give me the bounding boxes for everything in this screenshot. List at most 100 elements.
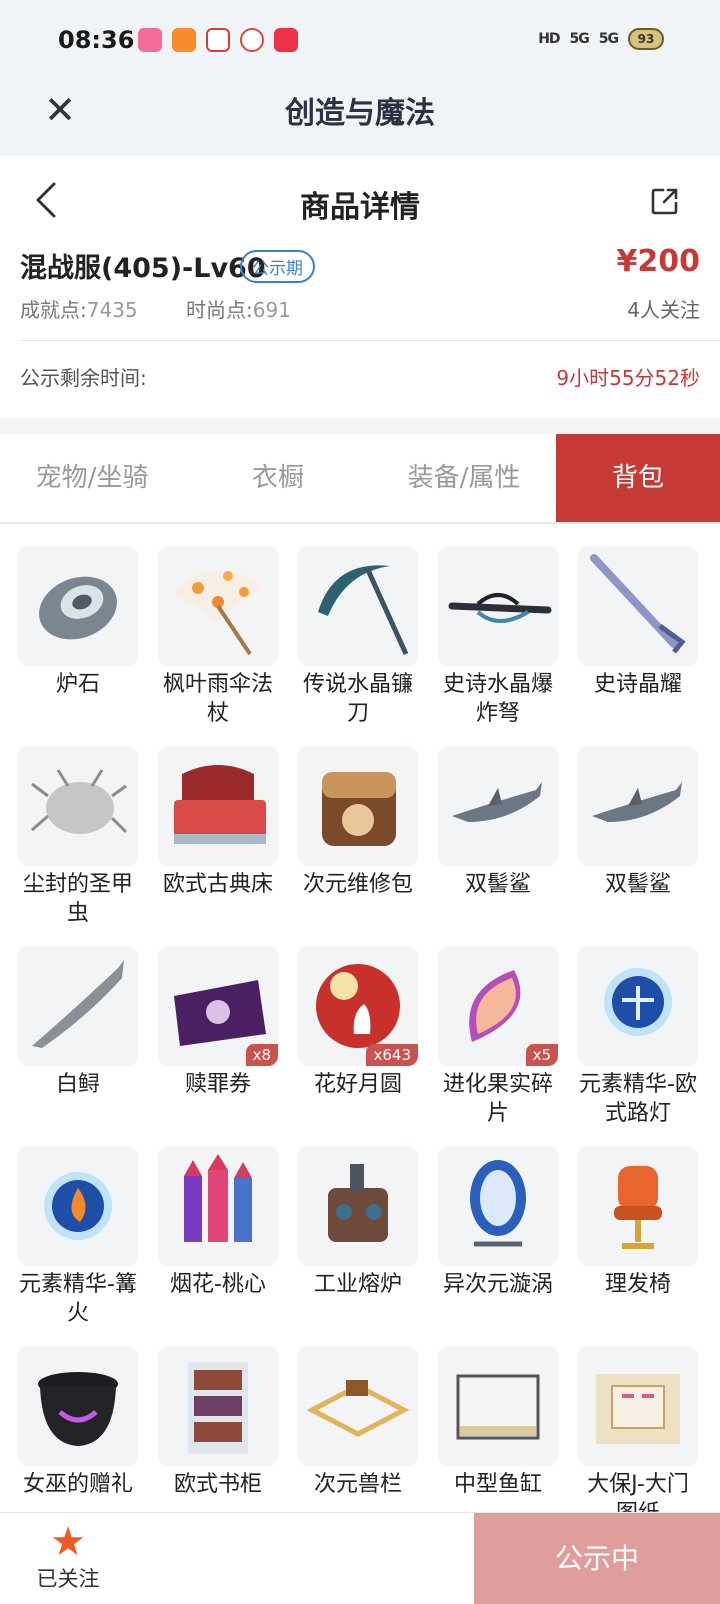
item-card[interactable]: 双髻鲨 [438, 746, 558, 946]
item-card[interactable]: 次元维修包 [298, 746, 418, 946]
item-count: x8 [245, 1044, 278, 1066]
item-name: 尘封的圣甲虫 [22, 872, 133, 926]
page-nav-bar: 商品详情 [0, 156, 720, 242]
item-card[interactable]: 工业熔炉 [298, 1146, 418, 1346]
campfire-orb-icon [18, 1146, 138, 1266]
follow-label: 已关注 [36, 1567, 100, 1591]
item-name: 烟花-桃心 [170, 1272, 266, 1297]
item-card[interactable]: 尘封的圣甲虫 [18, 746, 138, 946]
sword-icon [578, 546, 698, 666]
item-card[interactable]: 欧式书柜 [158, 1346, 278, 1512]
signal-icon: 5G [569, 31, 590, 47]
fashion-points: 时尚点:691 [186, 294, 291, 323]
fish-icon [18, 946, 138, 1066]
app-title: 创造与魔法 [285, 96, 435, 131]
public-countdown: 公示剩余时间: 9小时55分52秒 [0, 352, 720, 406]
shark-icon [438, 746, 558, 866]
follower-count: 4人关注 [627, 298, 700, 322]
status-bar: 08:36 HD 5G 5G 93 [0, 0, 720, 80]
item-name: 大保J-大门图纸 [587, 1472, 689, 1512]
tab-pets-mounts[interactable]: 宠物/坐骑 [0, 434, 184, 522]
item-card[interactable]: x643 花好月圆 [298, 946, 418, 1146]
publicity-status-button[interactable]: 公示中 [474, 1513, 720, 1604]
bottom-action-bar: ★ 已关注 公示中 [0, 1512, 720, 1604]
product-summary: 混战服(405)-Lv60 公示期 ¥200 成就点:7435 时尚点:691 … [0, 242, 720, 342]
follow-button[interactable]: ★ 已关注 [30, 1521, 106, 1593]
achievement-value: 7435 [86, 298, 138, 322]
item-card[interactable]: 欧式古典床 [158, 746, 278, 946]
item-card[interactable]: 烟花-桃心 [158, 1146, 278, 1346]
page-title: 商品详情 [300, 190, 420, 225]
blueprint-icon [578, 1346, 698, 1466]
item-card[interactable]: x5 进化果实碎片 [438, 946, 558, 1146]
moon-icon: x643 [298, 946, 418, 1066]
divider [20, 340, 720, 341]
item-name: 欧式书柜 [173, 1472, 262, 1497]
countdown-value: 9小时55分52秒 [556, 366, 700, 390]
item-name: 花好月圆 [313, 1072, 402, 1097]
item-card[interactable]: 元素精华-欧式路灯 [578, 946, 698, 1146]
item-name: 双髻鲨 [464, 872, 531, 897]
item-card[interactable]: x8 赎罪券 [158, 946, 278, 1146]
item-count: x643 [366, 1044, 418, 1066]
item-name: 史诗晶耀 [593, 672, 682, 697]
item-name: 传说水晶镰刀 [302, 672, 413, 726]
item-card[interactable]: 次元兽栏 [298, 1346, 418, 1512]
item-card[interactable]: 大保J-大门图纸 [578, 1346, 698, 1512]
bag-icon [298, 746, 418, 866]
fashion-value: 691 [252, 298, 291, 322]
chair-icon [578, 1146, 698, 1266]
item-name: 双髻鲨 [604, 872, 671, 897]
bilibili-icon [138, 28, 162, 52]
firework-icon [158, 1146, 278, 1266]
cauldron-icon [18, 1346, 138, 1466]
item-card[interactable]: 炉石 [18, 546, 138, 746]
achievement-label: 成就点: [20, 298, 87, 322]
item-name: 欧式古典床 [162, 872, 273, 897]
item-count: x5 [525, 1044, 558, 1066]
achievement-points: 成就点:7435 [20, 294, 138, 323]
item-name: 次元维修包 [302, 872, 413, 897]
share-icon[interactable] [650, 186, 680, 216]
item-card[interactable]: 传说水晶镰刀 [298, 546, 418, 746]
item-card[interactable]: 枫叶雨伞法杖 [158, 546, 278, 746]
item-card[interactable]: 白鲟 [18, 946, 138, 1146]
tab-bar: 宠物/坐骑 衣橱 装备/属性 背包 [0, 434, 720, 524]
bed-icon [158, 746, 278, 866]
item-name: 女巫的赠礼 [22, 1472, 133, 1497]
crossbow-icon [438, 546, 558, 666]
orb-icon [578, 946, 698, 1066]
hearthstone-icon [18, 546, 138, 666]
scythe-icon [298, 546, 418, 666]
item-name: 白鲟 [55, 1072, 100, 1097]
tab-backpack[interactable]: 背包 [556, 434, 720, 522]
shark-icon [578, 746, 698, 866]
item-name: 史诗水晶爆炸弩 [442, 672, 553, 726]
tab-equipment[interactable]: 装备/属性 [372, 434, 556, 522]
signal-icon-2: 5G [598, 31, 619, 47]
item-card[interactable]: 元素精华-篝火 [18, 1146, 138, 1346]
unicom-icon [206, 28, 230, 52]
scarab-icon [18, 746, 138, 866]
item-card[interactable]: 理发椅 [578, 1146, 698, 1346]
item-card[interactable]: 史诗晶耀 [578, 546, 698, 746]
item-card[interactable]: 女巫的赠礼 [18, 1346, 138, 1512]
aquarium-icon [438, 1346, 558, 1466]
tab-wardrobe[interactable]: 衣橱 [184, 434, 372, 522]
item-card[interactable]: 双髻鲨 [578, 746, 698, 946]
fence-icon [298, 1346, 418, 1466]
furnace-icon [298, 1146, 418, 1266]
backpack-grid: 炉石 枫叶雨伞法杖 传说水晶镰刀 史诗水晶爆炸弩 史诗晶耀 尘封的圣甲虫 欧式古… [18, 546, 702, 1512]
item-name: 异次元漩涡 [442, 1272, 553, 1297]
item-card[interactable]: 中型鱼缸 [438, 1346, 558, 1512]
status-badge: 公示期 [240, 250, 315, 283]
item-card[interactable]: 史诗水晶爆炸弩 [438, 546, 558, 746]
star-icon: ★ [50, 1519, 86, 1565]
item-name: 元素精华-篝火 [19, 1272, 137, 1326]
section-gap [0, 418, 720, 434]
countdown-label: 公示剩余时间: [20, 366, 147, 390]
item-name: 元素精华-欧式路灯 [579, 1072, 697, 1126]
item-card[interactable]: 异次元漩涡 [438, 1146, 558, 1346]
umbrella-icon [158, 546, 278, 666]
item-name: 工业熔炉 [313, 1272, 402, 1297]
